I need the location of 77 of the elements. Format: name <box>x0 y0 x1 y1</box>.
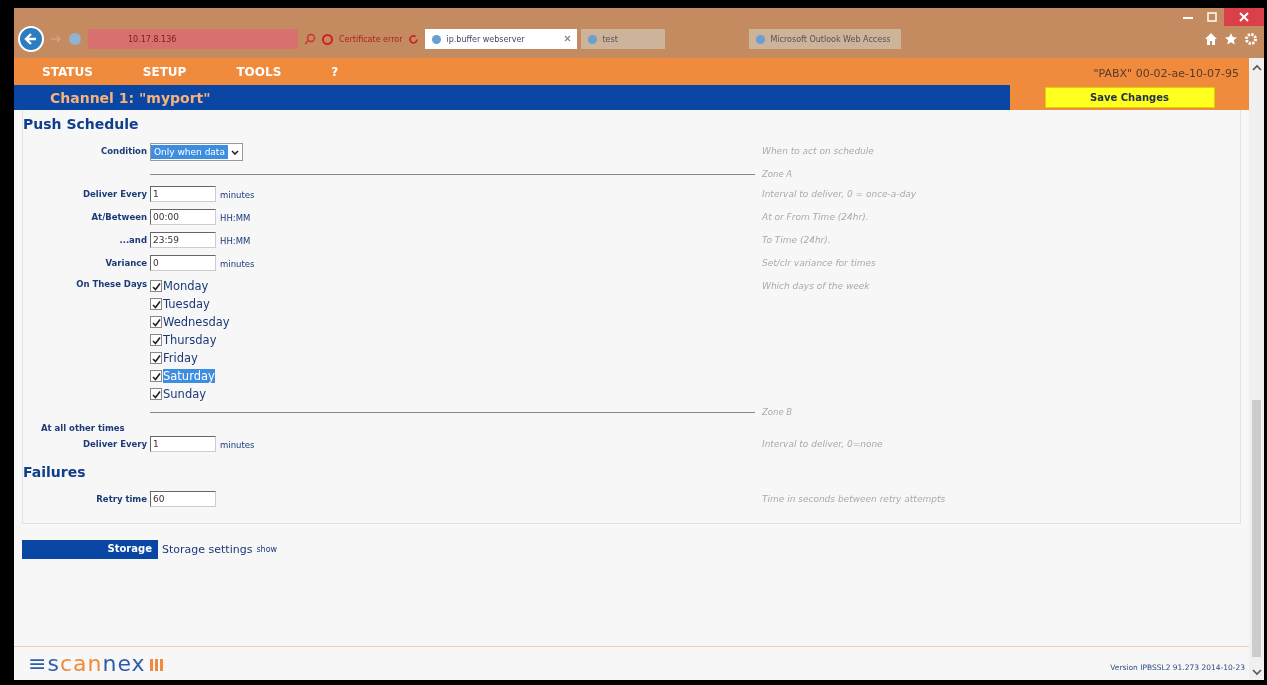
day-label: Sunday <box>163 387 207 401</box>
field-label: On These Days <box>76 279 147 289</box>
channel-title: Channel 1: "myport" <box>50 89 211 106</box>
subheading: At all other times <box>41 423 125 433</box>
browser-tab[interactable]: test <box>581 29 666 49</box>
storage-section-tab[interactable]: Storage <box>22 540 158 559</box>
settings-icon[interactable] <box>1244 32 1258 46</box>
input-field[interactable]: 23:59 <box>150 232 216 248</box>
scroll-down-icon[interactable] <box>1251 669 1262 676</box>
day-label: Wednesday <box>163 315 230 329</box>
input-field[interactable]: 60 <box>150 491 216 507</box>
checkbox[interactable] <box>150 352 162 364</box>
field-label: At/Between <box>91 212 147 222</box>
hint-text: Interval to deliver, 0 = once-a-day <box>762 189 917 199</box>
hint-text: Interval to deliver, 0=none <box>762 439 883 449</box>
unit-label: minutes <box>219 189 255 200</box>
checkbox[interactable] <box>150 316 162 328</box>
logo-text: ≡s <box>28 651 60 676</box>
hint-text: To Time (24hr). <box>762 235 831 245</box>
day-label: Monday <box>163 279 209 293</box>
zone-label: Zone B <box>762 407 793 417</box>
zone-label: Zone A <box>762 169 793 179</box>
close-button[interactable] <box>1224 8 1264 26</box>
field-label: Condition <box>101 146 147 156</box>
day-label: Saturday <box>163 369 215 383</box>
day-label: Thursday <box>163 333 217 347</box>
back-arrow-icon <box>23 31 39 47</box>
unit-label: minutes <box>219 258 255 269</box>
restore-icon <box>1207 12 1217 22</box>
page-icon <box>587 33 599 45</box>
checkbox[interactable] <box>150 298 162 310</box>
save-changes-button[interactable]: Save Changes <box>1044 87 1215 108</box>
unit-label: HH:MM <box>219 212 251 223</box>
bars-icon <box>149 656 164 671</box>
caret-icon[interactable] <box>230 149 239 155</box>
page-icon <box>431 33 443 45</box>
hint-text: When to act on schedule <box>762 146 874 156</box>
back-button[interactable] <box>18 26 44 52</box>
minimize-icon <box>1183 15 1193 19</box>
field-label: Deliver Every <box>83 189 147 199</box>
field-label: Deliver Every <box>83 439 147 449</box>
close-icon <box>1239 12 1249 22</box>
input-field[interactable]: 1 <box>150 436 216 452</box>
day-label: Friday <box>163 351 198 365</box>
show-link[interactable]: show <box>256 545 278 554</box>
hint-text: At or From Time (24hr). <box>762 212 869 222</box>
day-label: Tuesday <box>163 297 210 311</box>
device-id-text: "PABX" 00-02-ae-10-07-95 <box>1093 65 1239 80</box>
input-field[interactable]: 0 <box>150 255 216 271</box>
page-icon <box>755 33 767 45</box>
checkbox[interactable] <box>150 280 162 292</box>
hint-text: Which days of the week <box>762 281 870 291</box>
input-field[interactable]: 1 <box>150 186 216 202</box>
checkbox[interactable] <box>150 370 162 382</box>
hint-text: Time in seconds between retry attempts <box>762 494 946 504</box>
scrollbar[interactable] <box>1249 58 1264 680</box>
browser-tab[interactable]: Microsoft Outlook Web Access <box>749 29 902 49</box>
checkbox[interactable] <box>150 388 162 400</box>
hint-text: Set/clr variance for times <box>762 258 876 268</box>
star-icon[interactable] <box>1224 32 1238 46</box>
scroll-up-icon[interactable] <box>1251 64 1262 71</box>
field-label: Retry time <box>96 494 147 504</box>
home-icon[interactable] <box>1204 32 1218 46</box>
scroll-thumb[interactable] <box>1252 399 1261 658</box>
browser-tab[interactable]: ip.buffer webserver <box>425 29 578 49</box>
checkbox[interactable] <box>150 334 162 346</box>
logo-text: can <box>59 651 103 676</box>
section-heading: Failures <box>23 463 86 482</box>
storage-settings-text: Storage settings <box>162 543 253 556</box>
field-label: Variance <box>105 258 147 268</box>
unit-label: HH:MM <box>219 235 251 246</box>
field-label: ...and <box>119 235 147 245</box>
input-field[interactable]: 00:00 <box>150 209 216 225</box>
close-tab-icon[interactable] <box>564 34 572 42</box>
logo-text: nex <box>102 651 146 676</box>
section-heading: Push Schedule <box>23 115 139 134</box>
unit-label: minutes <box>219 439 255 450</box>
